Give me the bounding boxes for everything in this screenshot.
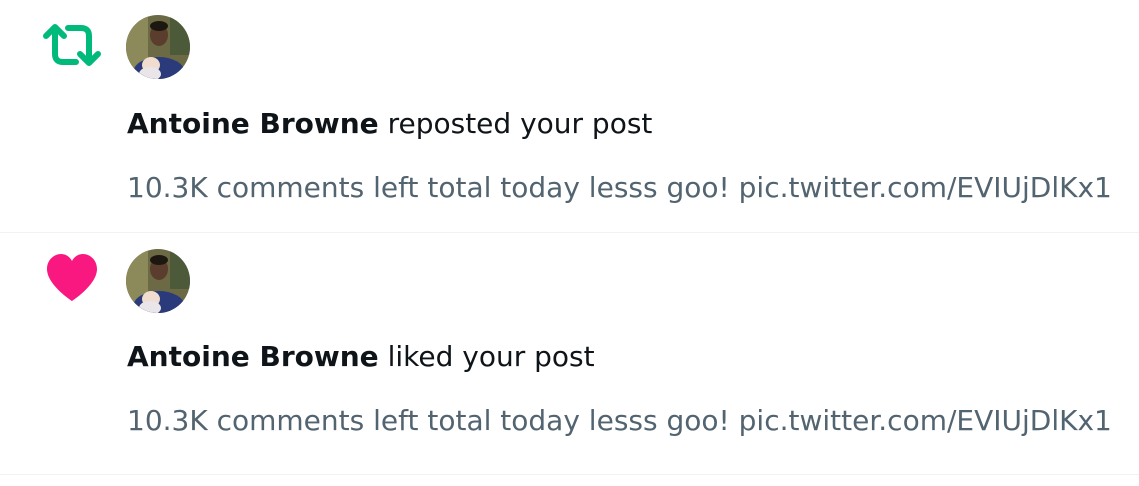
action-text: reposted your post <box>378 107 653 140</box>
avatar[interactable] <box>126 249 190 313</box>
avatar[interactable] <box>126 15 190 79</box>
user-name[interactable]: Antoine Browne <box>127 340 379 373</box>
notification-repost[interactable]: Antoine Browne reposted your post 10.3K … <box>0 0 1139 233</box>
notifications-feed: Antoine Browne reposted your post 10.3K … <box>0 0 1139 475</box>
action-text: liked your post <box>378 340 595 373</box>
user-name[interactable]: Antoine Browne <box>127 107 379 140</box>
notification-headline: Antoine Browne reposted your post <box>127 107 652 141</box>
repost-icon <box>42 24 102 66</box>
post-excerpt[interactable]: 10.3K comments left total today lesss go… <box>127 171 1112 205</box>
post-excerpt[interactable]: 10.3K comments left total today lesss go… <box>127 404 1112 438</box>
notification-headline: Antoine Browne liked your post <box>127 340 595 374</box>
heart-icon <box>45 253 99 303</box>
notification-like[interactable]: Antoine Browne liked your post 10.3K com… <box>0 233 1139 475</box>
